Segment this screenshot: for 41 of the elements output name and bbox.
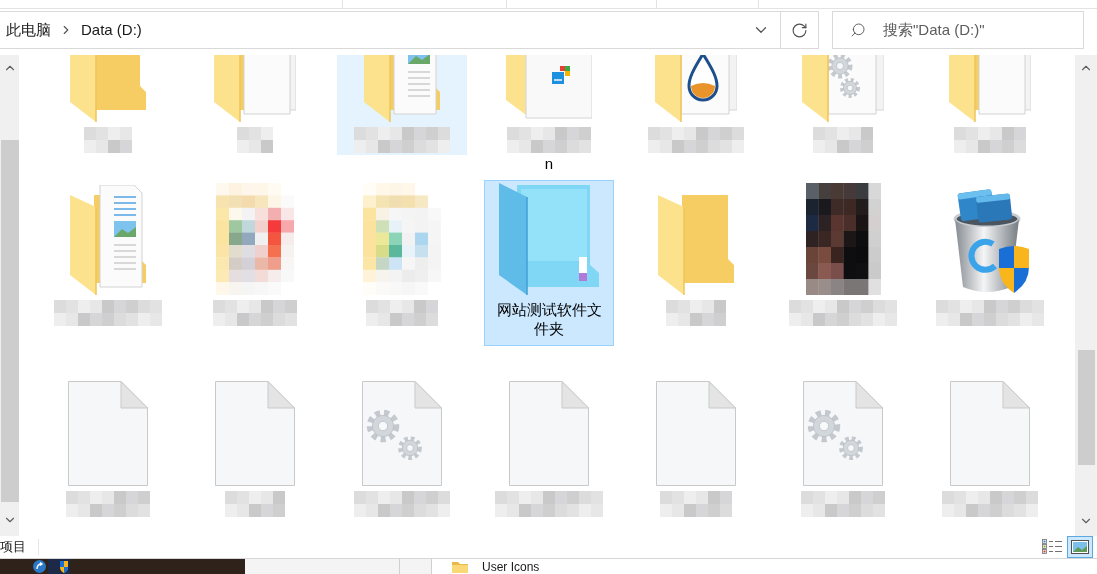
- blank-file-icon: [215, 381, 295, 486]
- shield-app-icon: [48, 559, 70, 574]
- pixelated-icon: [363, 183, 441, 295]
- folder-icon: [452, 560, 468, 573]
- pixelated-icon: [216, 183, 294, 295]
- blank-file-icon: [68, 381, 148, 486]
- search-icon: [850, 22, 866, 38]
- scrollbar-thumb[interactable]: [0, 140, 19, 502]
- breadcrumb-item[interactable]: Data (D:): [81, 20, 142, 40]
- blurred-label: [813, 127, 873, 153]
- blurred-label: [366, 300, 438, 326]
- file-name: n: [543, 154, 555, 173]
- blank-file-icon: [950, 381, 1030, 486]
- document-folder-icon: [70, 185, 146, 295]
- blank-file-icon: [509, 381, 589, 486]
- breadcrumb-item[interactable]: 此电脑: [6, 20, 51, 40]
- gear-file-icon: [362, 381, 442, 486]
- refresh-icon: [791, 21, 808, 39]
- file-item[interactable]: 网站测试软件文件夹: [484, 180, 614, 346]
- folder-icon: [658, 195, 734, 295]
- blurred-label: [225, 491, 285, 517]
- round-app-icon: [33, 560, 46, 573]
- refresh-button[interactable]: [781, 11, 819, 49]
- file-item[interactable]: n: [484, 55, 614, 174]
- folder-icon: [497, 183, 601, 295]
- blurred-label: [84, 127, 132, 153]
- blurred-label: [237, 127, 273, 153]
- blank-file-icon: [656, 381, 736, 486]
- large-icons-view-icon: [1071, 540, 1089, 554]
- gear-file-icon: [803, 381, 883, 486]
- scrollbar-thumb[interactable]: [1077, 350, 1095, 465]
- blurred-label: [666, 300, 726, 326]
- blurred-label: [660, 491, 732, 517]
- blurred-label: [954, 127, 1026, 153]
- details-view-icon: [1042, 539, 1062, 555]
- file-name: 网站测试软件文件夹: [495, 300, 603, 338]
- large-icons-view-button[interactable]: [1067, 536, 1093, 558]
- item-count: 项目: [0, 538, 26, 556]
- folder-name[interactable]: User Icons: [482, 559, 540, 574]
- address-bar[interactable]: 此电脑 Data (D:): [0, 11, 781, 49]
- search-field[interactable]: 搜索"Data (D:)": [832, 11, 1084, 49]
